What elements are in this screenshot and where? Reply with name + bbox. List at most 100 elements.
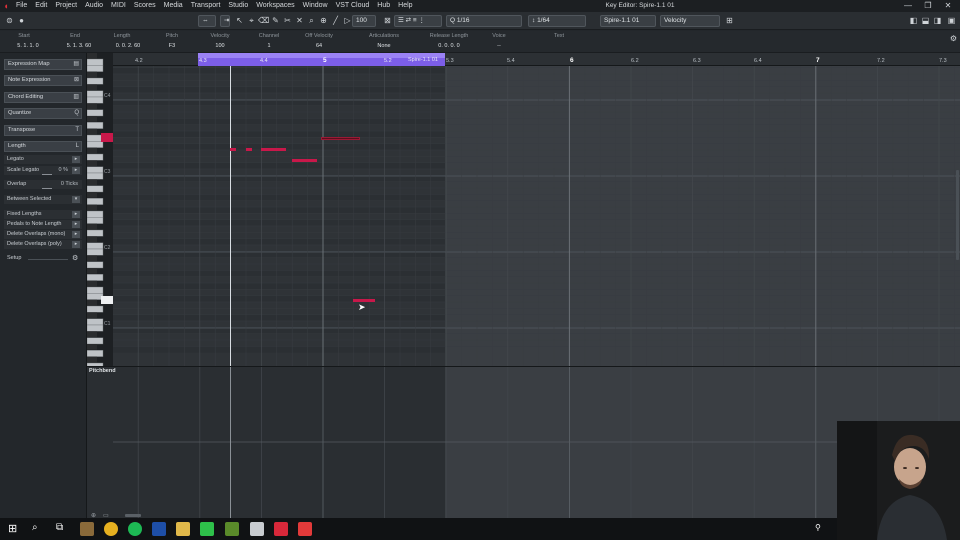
fixed-lengths-button[interactable]: Fixed Lengths ▸ [4,210,82,219]
minimize-icon[interactable]: — [898,0,918,12]
app-icon-olive[interactable] [225,522,239,536]
overlap-slider[interactable] [42,188,52,189]
scale-legato-slider[interactable] [42,174,52,175]
line-icon[interactable]: ╱ [330,15,341,27]
info-start-value[interactable]: 5. 1. 1. 0 [4,43,52,49]
menu-studio[interactable]: Studio [224,0,252,12]
setup-window-icon[interactable]: ▣ [946,15,957,27]
zoom-icon[interactable]: ⊕ [318,15,329,27]
legato-button[interactable]: Legato ▸ [4,155,82,164]
drag-arrows-icon[interactable]: ⇔ [198,15,216,27]
info-articulations-value[interactable]: None [354,43,414,49]
white-key [87,293,104,300]
menu-scores[interactable]: Scores [130,0,160,12]
restore-icon[interactable]: ❐ [918,0,938,12]
menu-midi[interactable]: MIDI [107,0,130,12]
app-icon-1[interactable] [80,522,94,536]
app-icon-red[interactable] [298,522,312,536]
app-icon-green[interactable] [200,522,214,536]
midi-note[interactable] [246,148,252,151]
close-icon[interactable]: ✕ [938,0,958,12]
menu-vst-cloud[interactable]: VST Cloud [332,0,374,12]
erase-icon[interactable]: ⌫ [258,15,269,27]
midi-note[interactable] [261,148,286,151]
horizontal-scrollbar[interactable] [125,514,141,517]
controller-lane[interactable]: Pitchbend ⊕ ▭ [87,366,960,519]
note-display-grid[interactable]: ➤ [113,66,960,366]
section-length[interactable]: Length L [4,141,82,152]
info-channel-value[interactable]: 1 [249,43,289,49]
black-key-row [113,118,445,125]
app-icon-gray[interactable] [250,522,264,536]
glue-icon[interactable]: ⌕ [306,15,317,27]
timeline-ruler[interactable]: Spire-1.1 01 4.2 4.3 4.4 5 5.2 5.3 5.4 6… [113,53,960,66]
layout-right-icon[interactable]: ◨ [932,15,943,27]
menu-file[interactable]: File [12,0,31,12]
midi-note[interactable] [230,148,236,151]
window-zone-icon[interactable]: ⊜ [4,15,15,27]
length-quantize-select[interactable]: ↕ 1/64 [528,15,586,27]
white-key [87,96,104,104]
object-select-icon[interactable]: ↖ [234,15,245,27]
between-selected-select[interactable]: Between Selected ▾ [4,195,82,204]
solo-editor-icon[interactable]: ⊠ [382,15,393,27]
file-explorer-icon[interactable] [176,522,190,536]
people-icon[interactable]: ⚲ [815,523,821,532]
menu-bar: ◖ File Edit Project Audio MIDI Scores Me… [0,0,960,12]
cubase-taskbar-icon[interactable] [274,522,288,536]
section-chord-editing[interactable]: Chord Editing ▥ [4,92,82,103]
menu-media[interactable]: Media [160,0,187,12]
menu-edit[interactable]: Edit [31,0,51,12]
info-length-value[interactable]: 0. 0. 2. 60 [104,43,152,49]
midi-note[interactable] [292,159,317,162]
draw-icon[interactable]: ✎ [270,15,281,27]
menu-help[interactable]: Help [394,0,416,12]
menu-window[interactable]: Window [299,0,332,12]
chrome-icon[interactable] [104,522,118,536]
search-icon[interactable]: ⌕ [32,522,38,533]
color-menu-icon[interactable]: ⊞ [724,15,735,27]
split-icon[interactable]: ✂ [282,15,293,27]
info-release-length-value[interactable]: 0. 0. 0. 0 [422,43,476,49]
delete-overlaps-mono-button[interactable]: Delete Overlaps (mono) ▸ [4,230,82,239]
info-velocity-value[interactable]: 100 [200,43,240,49]
piano-keyboard[interactable]: C4 C3 C2 C1 [87,53,113,366]
pedals-to-note-length-button[interactable]: Pedals to Note Length ▸ [4,220,82,229]
range-select-icon[interactable]: ⌖ [246,15,257,27]
auto-scroll-icon[interactable]: ⇥ [220,15,230,27]
menu-project[interactable]: Project [51,0,81,12]
delete-overlaps-poly-button[interactable]: Delete Overlaps (poly) ▸ [4,240,82,249]
record-icon[interactable]: ● [16,15,27,27]
track-select[interactable]: Spire-1.1 01 [600,15,656,27]
step-input-controls[interactable]: ☰ ⇄ ≡ ⋮ [394,15,442,27]
info-end-value[interactable]: 5. 1. 3. 60 [55,43,103,49]
controller-lane-select[interactable]: Velocity [660,15,720,27]
setup-gear-icon[interactable]: ⚙ [72,254,78,262]
windows-start-icon[interactable]: ⊞ [8,522,17,535]
task-view-icon[interactable]: ⧉ [56,522,63,533]
info-settings-gear-icon[interactable]: ⚙ [948,33,959,45]
mute-icon[interactable]: ✕ [294,15,305,27]
section-transpose[interactable]: Transpose T [4,125,82,136]
midi-note-selected[interactable] [321,137,360,140]
project-cursor[interactable] [230,66,231,366]
white-key [87,198,104,205]
insert-velocity-field[interactable]: 100 [352,15,376,27]
layout-bottom-icon[interactable]: ⬓ [920,15,931,27]
info-pitch-value[interactable]: F3 [152,43,192,49]
quantize-select[interactable]: Q 1/16 [446,15,522,27]
menu-audio[interactable]: Audio [81,0,107,12]
layout-left-icon[interactable]: ◧ [908,15,919,27]
info-voice-value[interactable]: -- [479,43,519,49]
section-expression-map[interactable]: Expression Map ▤ [4,59,82,70]
section-note-expression[interactable]: Note Expression ⊠ [4,75,82,86]
spotify-icon[interactable] [128,522,142,536]
section-quantize[interactable]: Quantize Q [4,108,82,119]
menu-transport[interactable]: Transport [187,0,225,12]
app-icon-ps[interactable] [152,522,166,536]
menu-hub[interactable]: Hub [373,0,394,12]
vertical-scrollbar[interactable] [956,170,959,260]
menu-workspaces[interactable]: Workspaces [252,0,298,12]
info-off-velocity-value[interactable]: 64 [299,43,339,49]
windows-taskbar: ⊞ ⌕ ⧉ ⚲ [0,518,960,540]
